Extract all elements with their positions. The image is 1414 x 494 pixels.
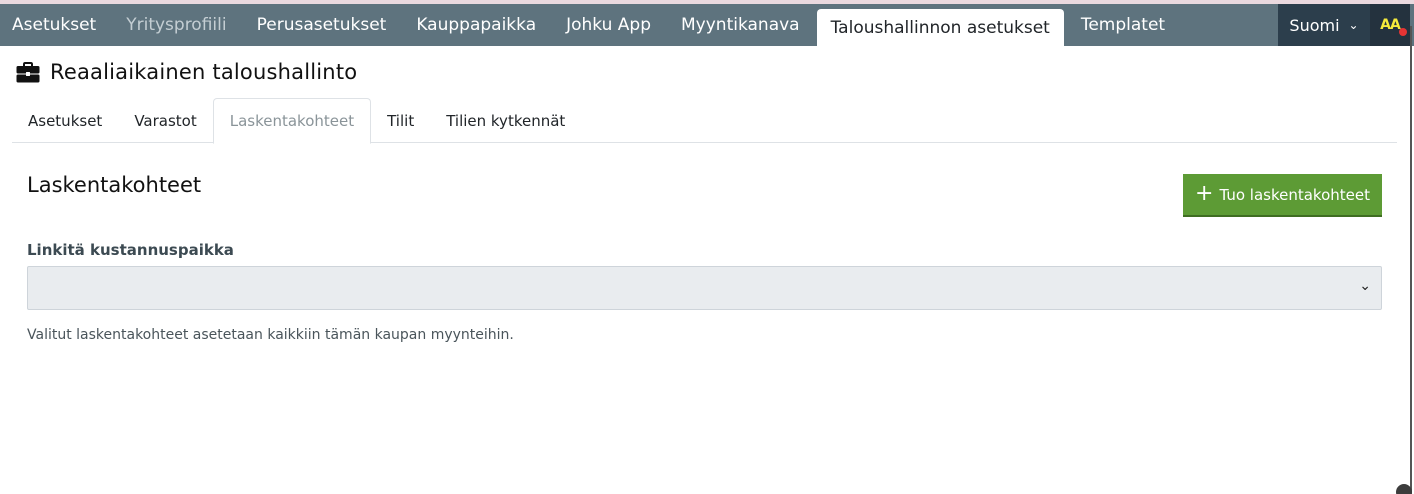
nav-item-kauppapaikka[interactable]: Kauppapaikka bbox=[401, 4, 551, 46]
scroll-corner-icon[interactable] bbox=[1396, 484, 1412, 494]
nav-item-taloushallinnon-asetukset[interactable]: Taloushallinnon asetukset bbox=[816, 9, 1064, 46]
section-title: Laskentakohteet bbox=[27, 173, 202, 197]
chevron-down-icon: ⌄ bbox=[1348, 18, 1359, 32]
nav-item-johku-app[interactable]: Johku App bbox=[551, 4, 666, 46]
language-label: Suomi bbox=[1289, 15, 1340, 35]
help-text: Valitut laskentakohteet asetetaan kaikki… bbox=[27, 327, 514, 343]
plus-icon: + bbox=[1195, 180, 1214, 206]
import-button-label: Tuo laskentakohteet bbox=[1219, 185, 1370, 204]
import-cost-centers-button[interactable]: + Tuo laskentakohteet bbox=[1183, 174, 1382, 217]
page-title: Reaaliaikainen taloushallinto bbox=[50, 60, 358, 84]
tab-laskentakohteet[interactable]: Laskentakohteet bbox=[212, 98, 372, 144]
tab-tilit[interactable]: Tilit bbox=[371, 98, 430, 143]
top-nav: Asetukset Yritysprofiili Perusasetukset … bbox=[0, 4, 1180, 46]
vertical-scrollbar[interactable] bbox=[1410, 26, 1412, 494]
chevron-down-icon: ⌄ bbox=[1359, 278, 1371, 294]
briefcase-icon bbox=[16, 61, 40, 82]
cost-center-select[interactable]: ⌄ bbox=[27, 266, 1382, 310]
user-initials: AA bbox=[1380, 17, 1401, 33]
tab-tilien-kytkennat[interactable]: Tilien kytkennät bbox=[430, 98, 581, 143]
cost-center-field-label: Linkitä kustannuspaikka bbox=[27, 241, 234, 259]
tab-asetukset[interactable]: Asetukset bbox=[12, 98, 118, 143]
nav-item-yritysprofiili[interactable]: Yritysprofiili bbox=[111, 4, 241, 46]
notification-dot bbox=[1399, 28, 1407, 36]
language-selector[interactable]: Suomi ⌄ bbox=[1278, 4, 1370, 46]
tab-varastot[interactable]: Varastot bbox=[118, 98, 212, 143]
nav-item-templatet[interactable]: Templatet bbox=[1066, 4, 1180, 46]
nav-item-myyntikanava[interactable]: Myyntikanava bbox=[666, 4, 815, 46]
nav-item-perusasetukset[interactable]: Perusasetukset bbox=[242, 4, 402, 46]
page-header: Reaaliaikainen taloushallinto bbox=[16, 60, 357, 84]
nav-item-asetukset[interactable]: Asetukset bbox=[0, 4, 111, 46]
tab-bar: Asetukset Varastot Laskentakohteet Tilit… bbox=[12, 98, 1397, 144]
user-avatar[interactable]: AA bbox=[1370, 4, 1410, 46]
